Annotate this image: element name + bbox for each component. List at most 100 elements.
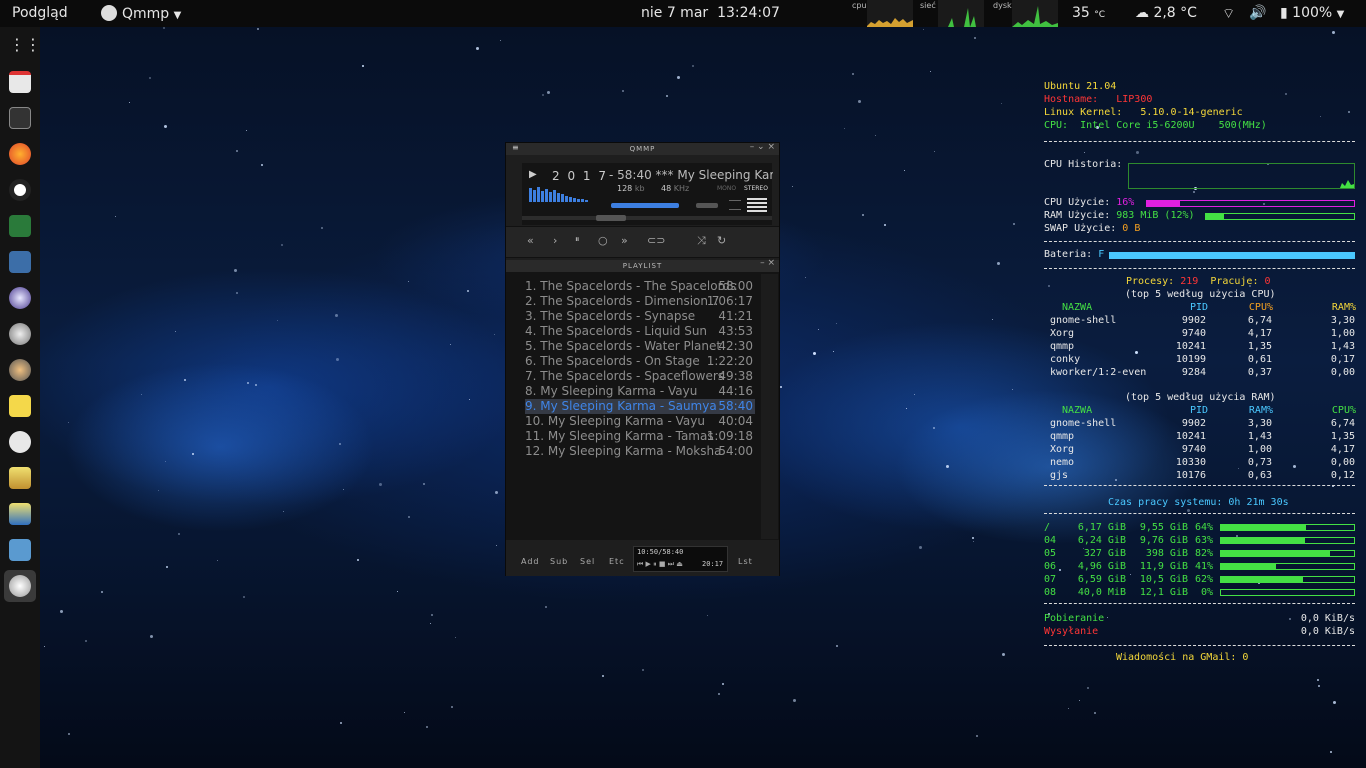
cpu-freq: 500(MHz) [1218,120,1267,131]
star [721,682,724,685]
disk-usage-bar [1220,524,1355,531]
star [813,351,817,355]
qmmp-titlebar[interactable]: QMMP [506,143,779,155]
disk-used: 6,17 GiB [1077,522,1126,533]
wifi-icon[interactable]: ⌔ [1222,5,1235,23]
playlist-window-controls[interactable]: – × [760,258,775,268]
star [933,151,935,153]
star [971,537,974,540]
menu-icon[interactable]: ≡ [512,143,519,152]
battery-indicator[interactable]: ▮ 100% ▼ [1280,5,1344,21]
previous-icon[interactable]: « [527,234,534,247]
star [494,334,496,335]
track-title: 3. The Spacelords - Synapse [525,309,696,323]
stop-icon[interactable]: ○ [598,234,608,247]
playlist-item[interactable]: 8. My Sleeping Karma - Vayu 44:16 [525,384,755,399]
balance-slider[interactable] [696,203,718,208]
image-icon[interactable] [9,467,31,489]
disk-pct: 63% [1194,535,1213,546]
temperature[interactable]: 35 °C [1072,5,1105,21]
track-duration: 54:00 [718,444,753,458]
pause-icon[interactable]: ⏸ [575,235,580,245]
playlist-item[interactable]: 5. The Spacelords - Water Planet 42:30 [525,339,755,354]
disk-monitor-graph[interactable] [1012,0,1058,27]
table-cell: conky [1050,354,1081,365]
playlist-item[interactable]: 1. The Spacelords - The Spacelords 58:00 [525,279,755,294]
upload-value: 0,0 KiB/s [1300,626,1355,637]
star [339,443,342,446]
user-icon[interactable] [9,359,31,381]
playlist-item[interactable]: 9. My Sleeping Karma - Saumya 58:40 [525,399,755,414]
playlist-item[interactable]: 12. My Sleeping Karma - Moksha 54:00 [525,444,755,459]
star [450,343,452,345]
disk-mnt: / [1044,522,1051,533]
weather[interactable]: ☁ 2,8 °C [1135,5,1197,21]
image2-icon[interactable] [9,503,31,525]
eye-icon[interactable] [9,287,31,309]
play-icon[interactable]: › [553,234,557,247]
sub-button[interactable]: Sub [550,557,568,566]
etc-button[interactable]: Etc [609,557,625,566]
cpu-monitor-graph[interactable] [867,0,913,27]
playlist-item[interactable]: 11. My Sleeping Karma - Tamas 1:09:18 [525,429,755,444]
media-icon[interactable] [9,215,31,237]
volume-icon[interactable]: 🔊 [1249,5,1266,21]
playlist-item[interactable]: 6. The Spacelords - On Stage 1:22:20 [525,354,755,369]
playlist-item[interactable]: 2. The Spacelords - Dimension 7 1:06:17 [525,294,755,309]
terminal-icon[interactable] [9,107,31,129]
table-cell: 9740 [1181,328,1206,339]
playlist-item[interactable]: 7. The Spacelords - Spaceflowers 49:38 [525,369,755,384]
obs-icon[interactable] [9,179,31,201]
activities-button[interactable]: Podgląd [12,5,68,21]
folder-icon[interactable] [9,539,31,561]
star [946,464,950,468]
lst-button[interactable]: Lst [738,557,753,566]
battery-icon: ▮ [1280,5,1288,21]
table-cell: 1,43 [1247,431,1272,442]
star [996,262,1000,266]
table-cell: 9902 [1181,315,1206,326]
track-title: 7. The Spacelords - Spaceflowers [525,369,725,383]
eq-toggle[interactable] [729,200,741,210]
window-controls[interactable]: – ⌄ × [750,142,775,152]
star [791,185,793,187]
net-monitor-graph[interactable] [938,0,984,27]
app-menu[interactable]: Qmmp ▼ [101,5,181,22]
shuffle-icon[interactable]: ⤨ [697,234,706,248]
add-button[interactable]: Add [521,557,540,566]
grid-icon[interactable]: ⋮⋮ [9,35,41,57]
playlist-toggle[interactable] [747,198,767,212]
disk-icon[interactable] [9,323,31,345]
star [852,73,855,76]
sel-button[interactable]: Sel [580,557,595,566]
mini-controls[interactable]: ⏮ ▶ ⏸ ■ ⏭ ⏏ [637,560,683,569]
swap-label: SWAP Użycie: [1044,223,1117,234]
playlist-item[interactable]: 4. The Spacelords - Liquid Sun 43:53 [525,324,755,339]
playlist-titlebar[interactable]: PLAYLIST [506,260,779,272]
seek-bar[interactable] [522,216,772,220]
star [1012,389,1014,391]
cpu-monitor-label: cpu [852,1,867,10]
next-icon[interactable]: » [621,234,628,247]
eject-icon[interactable]: ⊂⊃ [647,234,665,247]
playlist-item[interactable]: 3. The Spacelords - Synapse 41:21 [525,309,755,324]
disk-usage-fill [1221,538,1305,543]
clock[interactable]: nie 7 mar 13:24:07 [641,5,780,21]
qmmp-icon[interactable] [9,575,31,597]
star [246,382,249,385]
kernel-label: Linux Kernel: [1044,107,1123,118]
disk-mnt: 04 [1044,535,1057,546]
clock-icon[interactable] [9,431,31,453]
volume-slider[interactable] [611,203,679,208]
calendar-icon[interactable] [9,71,31,93]
notes-icon[interactable] [9,395,31,417]
playlist-item[interactable]: 10. My Sleeping Karma - Vayu 40:04 [525,414,755,429]
repeat-icon[interactable]: ↻ [717,234,726,247]
playlist-scrollbar[interactable] [761,274,778,539]
battery-label: Bateria: [1044,249,1093,260]
disk-size: 398 GiB [1145,548,1188,559]
star [255,383,258,386]
seek-handle[interactable] [596,215,626,221]
calculator-icon[interactable] [9,251,31,273]
firefox-icon[interactable] [9,143,31,165]
